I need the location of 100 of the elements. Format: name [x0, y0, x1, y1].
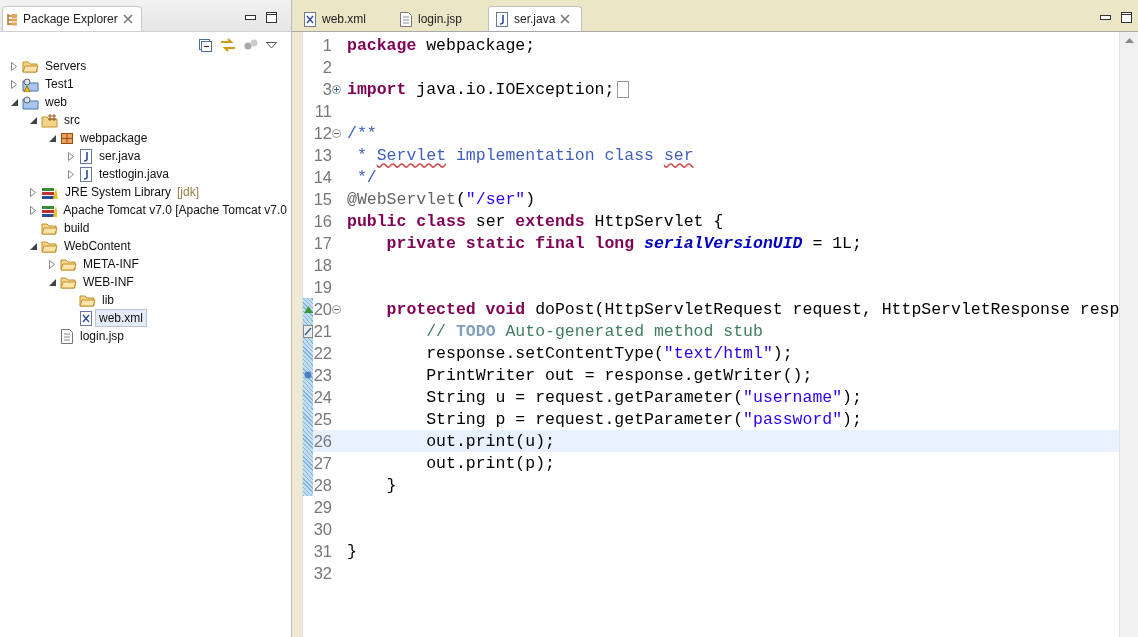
line-number: 3 [321, 79, 332, 99]
maximize-icon[interactable] [266, 12, 277, 23]
folder-icon [60, 256, 77, 272]
close-icon[interactable] [560, 14, 571, 24]
folder-icon [60, 274, 77, 290]
line-number: 23 [313, 365, 332, 385]
expand-arrow-icon[interactable] [49, 259, 55, 269]
expand-arrow-icon[interactable] [68, 151, 74, 161]
expand-arrow-icon[interactable] [11, 79, 17, 89]
dot-icon[interactable] [304, 371, 312, 379]
folder-icon [22, 58, 39, 74]
close-icon[interactable] [122, 14, 133, 24]
code-line: private static final long serialVersionUID = 1L; [385, 233, 862, 253]
code-line: package webpackage; [347, 35, 536, 55]
line-number: 20 [313, 299, 332, 319]
tree-item[interactable]: WebContent [60, 237, 135, 255]
tree-item[interactable]: web.xml [95, 309, 147, 327]
tree-item[interactable]: Test1 [41, 75, 78, 93]
line-number: 32 [313, 563, 332, 583]
folder-icon [79, 292, 96, 308]
line-number: 21 [313, 321, 332, 341]
tree-item[interactable]: ser.java [95, 147, 145, 165]
line-number: 24 [313, 387, 332, 407]
collapse-arrow-icon[interactable] [48, 134, 56, 142]
minimize-icon[interactable] [1100, 14, 1111, 21]
editor-tab[interactable]: web.xml [296, 6, 390, 31]
expand-fold-icon[interactable] [332, 84, 341, 94]
code-line: public class ser extends HttpServlet { [347, 211, 724, 231]
tree-item[interactable]: lib [98, 291, 118, 309]
tree-item[interactable]: build [60, 219, 94, 237]
tree-item[interactable]: JRE System Library [61, 183, 176, 201]
line-number: 30 [313, 519, 332, 539]
tree-item[interactable]: webpackage [76, 129, 152, 147]
expand-arrow-icon[interactable] [11, 61, 17, 71]
code-line: String u = request.getParameter("username"); [425, 387, 862, 407]
xml-file-icon [79, 310, 93, 326]
line-number: 12 [313, 123, 332, 143]
line-number: 19 [313, 277, 332, 297]
collapse-fold-icon[interactable] [332, 128, 341, 138]
code-line: /** [347, 123, 377, 143]
line-number: 25 [313, 409, 332, 429]
line-number: 17 [313, 233, 332, 253]
line-number: 28 [313, 475, 332, 495]
package-icon [60, 130, 74, 146]
task-icon[interactable] [303, 324, 313, 338]
collapse-fold-icon[interactable] [332, 304, 341, 314]
editor-tab[interactable]: ser.java [488, 6, 582, 31]
code-line: * Servlet implementation class ser [355, 145, 694, 165]
line-number: 2 [321, 57, 332, 77]
line-number: 15 [313, 189, 332, 209]
code-line: @WebServlet("/ser") [347, 189, 536, 209]
decoration-label: [jdk] [177, 185, 200, 199]
code-line: response.setContentType("text/html"); [425, 343, 793, 363]
folded-code-marker[interactable] [617, 80, 630, 98]
tree-item[interactable]: web [41, 93, 71, 111]
expand-arrow-icon[interactable] [30, 205, 36, 215]
project-warning-icon [22, 76, 39, 92]
line-number: 29 [313, 497, 332, 517]
expand-arrow-icon[interactable] [30, 187, 36, 197]
project-icon [22, 94, 39, 110]
xml-file-icon [303, 11, 317, 27]
view-menu-icon[interactable] [266, 41, 277, 49]
tree-item[interactable]: META-INF [79, 255, 143, 273]
jsp-file-icon [60, 328, 74, 344]
maximize-icon[interactable] [1121, 12, 1132, 23]
tree-item[interactable]: testlogin.java [95, 165, 174, 183]
tree-item[interactable]: Apache Tomcat v7.0 [Apache Tomcat v7.0 [59, 201, 291, 219]
tree-item[interactable]: WEB-INF [79, 273, 138, 291]
code-line: PrintWriter out = response.getWriter(); [425, 365, 813, 385]
folder-icon [41, 238, 58, 254]
code-line: out.print(p); [425, 453, 555, 473]
tree-item[interactable]: Servers [41, 57, 91, 75]
java-file-icon [79, 166, 93, 182]
editor-tab[interactable]: login.jsp [392, 6, 486, 31]
package-explorer-icon [7, 12, 18, 26]
collapse-arrow-icon[interactable] [48, 278, 56, 286]
view-tab[interactable]: Package Explorer [2, 6, 142, 31]
folder-icon [41, 220, 58, 236]
line-number: 14 [313, 167, 332, 187]
override-triangle-icon[interactable] [303, 305, 313, 313]
tree-item[interactable]: src [60, 111, 84, 129]
collapse-arrow-icon[interactable] [10, 98, 18, 106]
code-line: String p = request.getParameter("password"); [425, 409, 862, 429]
line-number: 18 [313, 255, 332, 275]
view-title: Package Explorer [23, 12, 118, 26]
line-number: 27 [313, 453, 332, 473]
jsp-file-icon [399, 11, 413, 27]
minimize-icon[interactable] [245, 14, 256, 21]
code-line: // TODO Auto-generated method stub [425, 321, 763, 341]
tree-item[interactable]: login.jsp [76, 327, 129, 345]
collapse-all-icon[interactable] [199, 38, 212, 52]
collapse-arrow-icon[interactable] [29, 242, 37, 250]
code-line: import java.io.IOException; [347, 79, 615, 99]
java-file-icon [495, 11, 509, 27]
line-number: 26 [313, 431, 332, 451]
source-folder-icon [41, 112, 58, 128]
scroll-up-icon[interactable] [1124, 38, 1134, 43]
expand-arrow-icon[interactable] [68, 169, 74, 179]
collapse-arrow-icon[interactable] [29, 116, 37, 124]
line-number: 13 [313, 145, 332, 165]
